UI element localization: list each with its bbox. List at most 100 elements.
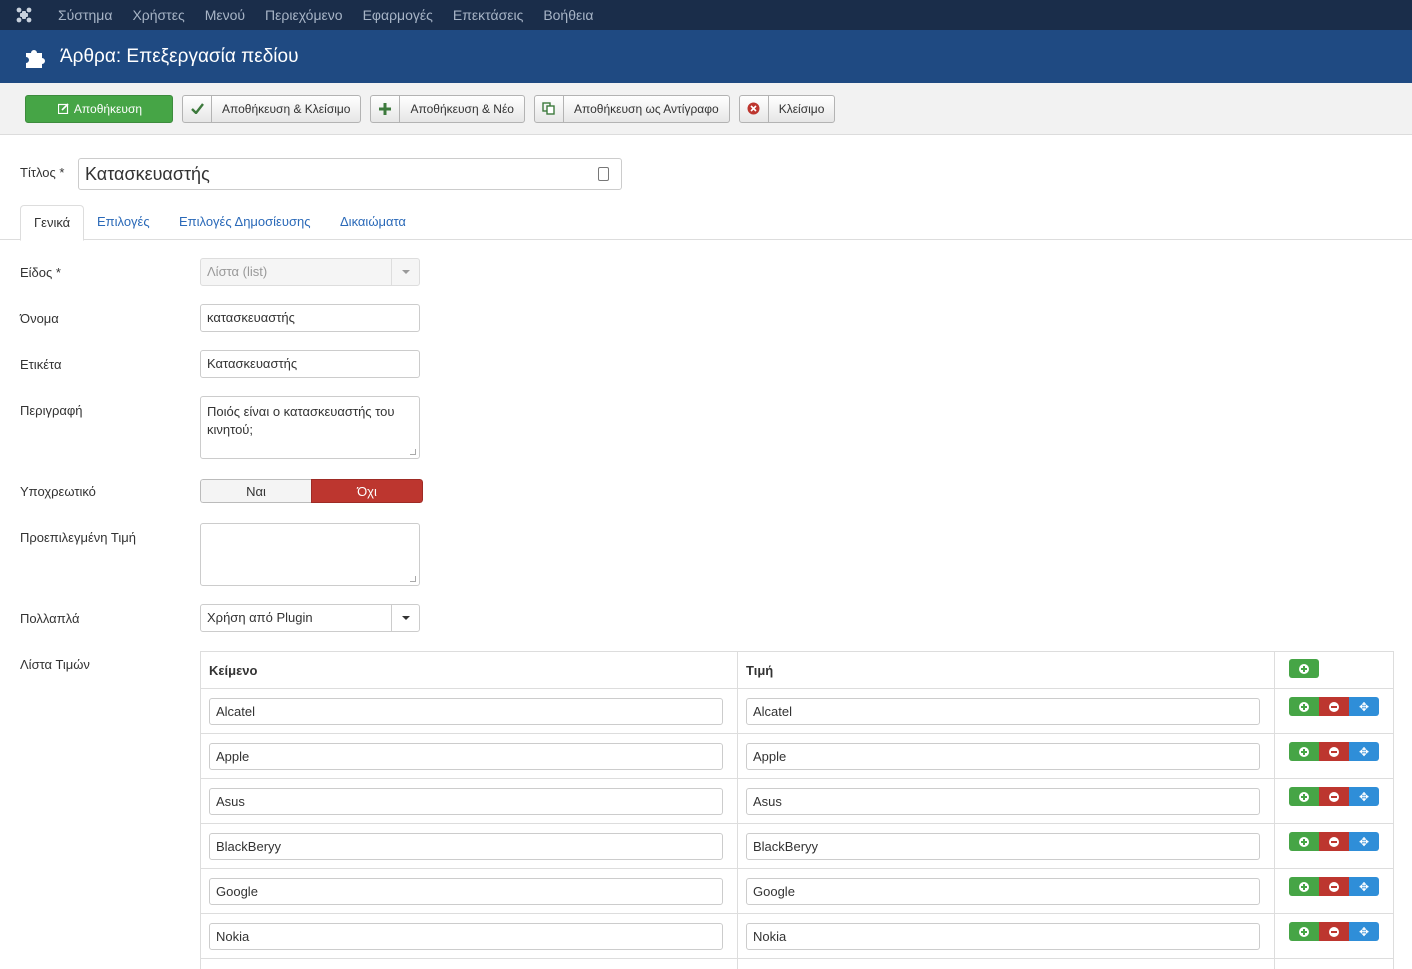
- option-text-input[interactable]: Alcatel: [209, 698, 723, 725]
- edit-icon: [56, 96, 72, 122]
- close-label: Κλείσιμο: [778, 101, 825, 116]
- remove-row-button[interactable]: [1319, 832, 1349, 851]
- plus-circle-icon: [1299, 881, 1309, 892]
- joomla-logo-icon[interactable]: [0, 0, 48, 30]
- tab-permissions[interactable]: Δικαιώματα: [327, 205, 419, 240]
- name-label: Όνομα: [20, 311, 59, 326]
- option-text-input[interactable]: BlackBeryy: [209, 833, 723, 860]
- plus-circle-icon: [1299, 746, 1309, 757]
- move-row-button[interactable]: ✥: [1349, 832, 1379, 851]
- plus-circle-icon: [1299, 663, 1309, 674]
- option-text-input[interactable]: Google: [209, 878, 723, 905]
- remove-row-button[interactable]: [1319, 787, 1349, 806]
- remove-row-button[interactable]: [1319, 697, 1349, 716]
- multiple-select[interactable]: Χρήση από Plugin: [200, 604, 420, 632]
- top-navbar: Σύστημα Χρήστες Μενού Περιεχόμενο Εφαρμο…: [0, 0, 1412, 30]
- option-text-input[interactable]: Apple: [209, 743, 723, 770]
- table-row: BlackBeryy BlackBeryy ✥: [201, 824, 1393, 869]
- option-text-input[interactable]: Nokia: [209, 923, 723, 950]
- remove-row-button[interactable]: [1319, 742, 1349, 761]
- default-value-textarea[interactable]: [200, 523, 420, 586]
- option-value-input[interactable]: Alcatel: [746, 698, 1260, 725]
- tab-options[interactable]: Επιλογές: [84, 205, 163, 240]
- option-value-input[interactable]: Apple: [746, 743, 1260, 770]
- tab-general[interactable]: Γενικά: [20, 205, 85, 241]
- check-icon: [183, 95, 212, 122]
- remove-row-button[interactable]: [1319, 922, 1349, 941]
- minus-circle-icon: [1329, 836, 1339, 847]
- type-select: Λίστα (list): [200, 258, 420, 286]
- required-label: Υποχρεωτικό: [20, 484, 96, 499]
- required-yes-option[interactable]: Ναι: [200, 479, 311, 503]
- add-row-button[interactable]: [1289, 922, 1319, 941]
- nav-components[interactable]: Εφαρμογές: [353, 0, 443, 30]
- move-row-button[interactable]: ✥: [1349, 742, 1379, 761]
- close-button[interactable]: Κλείσιμο: [738, 94, 836, 123]
- add-row-button[interactable]: [1289, 832, 1319, 851]
- title-input[interactable]: Κατασκευαστής: [78, 158, 622, 190]
- description-label: Περιγραφή: [20, 403, 83, 418]
- description-value: Ποιός είναι ο κατασκευαστής του κινητού;: [207, 404, 395, 437]
- nav-content[interactable]: Περιεχόμενο: [255, 0, 353, 30]
- move-row-button[interactable]: ✥: [1349, 787, 1379, 806]
- minus-circle-icon: [1329, 881, 1339, 892]
- move-row-button[interactable]: ✥: [1349, 922, 1379, 941]
- type-value: Λίστα (list): [207, 264, 268, 279]
- add-row-button[interactable]: [1289, 787, 1319, 806]
- type-label: Είδος *: [20, 265, 61, 280]
- move-icon: ✥: [1358, 879, 1370, 894]
- save-close-label: Αποθήκευση & Κλείσιμο: [222, 101, 351, 116]
- puzzle-icon: [26, 49, 45, 68]
- multiple-value: Χρήση από Plugin: [207, 610, 313, 625]
- move-icon: ✥: [1358, 699, 1370, 714]
- copy-icon: [535, 95, 564, 122]
- nav-menus[interactable]: Μενού: [195, 0, 255, 30]
- title-field-row: Τίτλος * Κατασκευαστής: [20, 158, 622, 190]
- toolbar: Αποθήκευση Αποθήκευση & Κλείσιμο Αποθήκε…: [0, 83, 1412, 135]
- save-copy-label: Αποθήκευση ως Αντίγραφο: [573, 101, 719, 116]
- plus-circle-icon: [1299, 701, 1309, 712]
- title-value: Κατασκευαστής: [85, 163, 210, 184]
- default-value-label: Προεπιλεγμένη Τιμή: [20, 530, 136, 545]
- required-no-option[interactable]: Όχι: [311, 479, 423, 503]
- add-row-button[interactable]: [1289, 877, 1319, 896]
- move-icon: ✥: [1358, 924, 1370, 939]
- add-row-button[interactable]: [1289, 659, 1319, 678]
- chevron-down-icon[interactable]: [391, 605, 419, 631]
- move-icon: ✥: [1358, 789, 1370, 804]
- save-close-button[interactable]: Αποθήκευση & Κλείσιμο: [182, 94, 362, 123]
- name-input[interactable]: κατασκευαστής: [200, 304, 420, 332]
- save-button[interactable]: Αποθήκευση: [25, 94, 173, 123]
- minus-circle-icon: [1329, 746, 1339, 757]
- resize-handle-icon[interactable]: [410, 449, 416, 455]
- page-title: Άρθρα: Επεξεργασία πεδίου: [60, 45, 299, 67]
- title-label: Τίτλος *: [20, 165, 65, 180]
- add-row-button[interactable]: [1289, 697, 1319, 716]
- nav-extensions[interactable]: Επεκτάσεις: [443, 0, 533, 30]
- add-row-button[interactable]: [1289, 742, 1319, 761]
- option-value-input[interactable]: Asus: [746, 788, 1260, 815]
- nav-users[interactable]: Χρήστες: [122, 0, 194, 30]
- description-textarea[interactable]: Ποιός είναι ο κατασκευαστής του κινητού;: [200, 396, 420, 459]
- move-row-button[interactable]: ✥: [1349, 877, 1379, 896]
- move-icon: ✥: [1358, 834, 1370, 849]
- save-copy-button[interactable]: Αποθήκευση ως Αντίγραφο: [533, 94, 730, 123]
- option-text-input[interactable]: Asus: [209, 788, 723, 815]
- option-value-input[interactable]: Nokia: [746, 923, 1260, 950]
- plus-circle-icon: [1299, 791, 1309, 802]
- required-toggle: Ναι Όχι: [200, 479, 423, 503]
- nav-system[interactable]: Σύστημα: [48, 0, 122, 30]
- resize-handle-icon[interactable]: [410, 576, 416, 582]
- remove-row-button[interactable]: [1319, 877, 1349, 896]
- multiple-label: Πολλαπλά: [20, 611, 80, 626]
- move-icon: ✥: [1358, 744, 1370, 759]
- option-value-input[interactable]: BlackBeryy: [746, 833, 1260, 860]
- move-row-button[interactable]: ✥: [1349, 697, 1379, 716]
- nav-help[interactable]: Βοήθεια: [533, 0, 603, 30]
- plus-icon: [371, 95, 401, 122]
- save-new-button[interactable]: Αποθήκευση & Νέο: [370, 94, 525, 123]
- option-value-input[interactable]: Google: [746, 878, 1260, 905]
- tag-input[interactable]: Κατασκευαστής: [200, 350, 420, 378]
- tag-label: Ετικέτα: [20, 357, 62, 372]
- tab-publishing[interactable]: Επιλογές Δημοσίευσης: [166, 205, 324, 240]
